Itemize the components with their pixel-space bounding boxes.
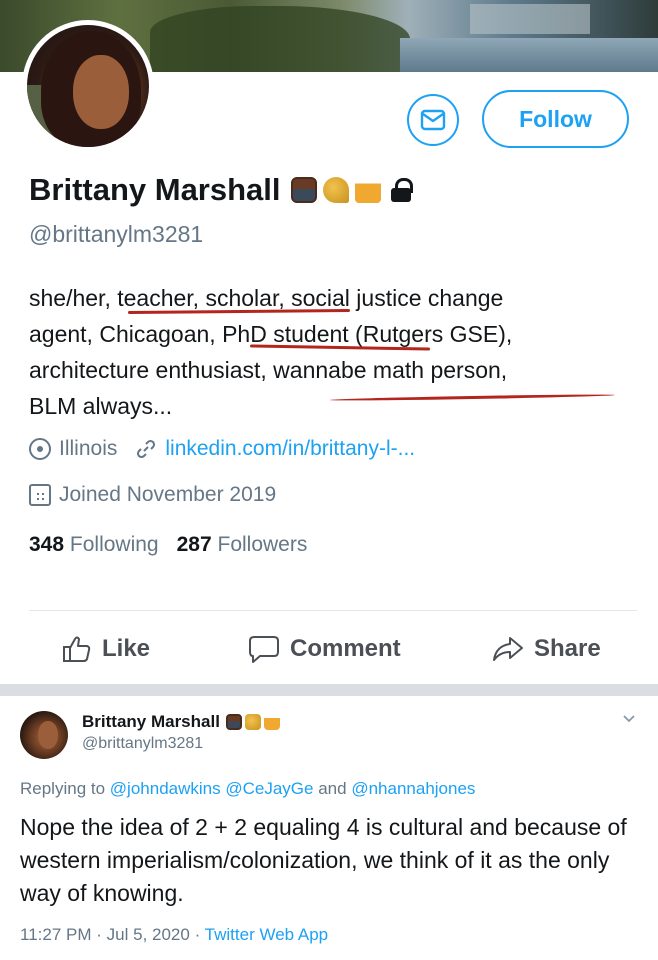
profile-joined-row: Joined November 2019 [29, 483, 276, 507]
reply-mention[interactable]: @CeJayGe [225, 779, 313, 798]
calendar-icon [29, 484, 51, 506]
chevron-down-icon[interactable] [622, 712, 636, 726]
share-label: Share [534, 635, 601, 662]
share-arrow-icon [493, 637, 523, 661]
tweet-meta: 11:27 PM · Jul 5, 2020 · Twitter Web App [20, 925, 328, 945]
profile-meta-row: Illinois linkedin.com/in/brittany-l-... [29, 437, 415, 461]
taco-emoji-icon [322, 177, 349, 203]
tweet-body: Nope the idea of 2 + 2 equaling 4 is cul… [20, 814, 627, 906]
teacher-emoji-icon [290, 177, 317, 203]
avatar-face [73, 55, 129, 129]
bio-line: BLM always... [29, 393, 173, 419]
tweet-time[interactable]: 11:27 PM [20, 925, 92, 944]
reply-mention[interactable]: @johndawkins [110, 779, 221, 798]
envelope-icon [420, 109, 446, 131]
name-emojis [290, 177, 413, 203]
joined-text: Joined November 2019 [59, 483, 277, 506]
avatar-face [38, 721, 58, 749]
tweet-author-handle[interactable]: @brittanylm3281 [82, 735, 203, 753]
tweet-date[interactable]: Jul 5, 2020 [107, 925, 190, 944]
beer-mugs-emoji-icon [354, 177, 381, 203]
banner-bridge [470, 4, 590, 34]
profile-display-name: Brittany Marshall [29, 172, 413, 208]
following-label: Following [69, 533, 159, 556]
follow-counts: 348 Following 287 Followers [29, 533, 307, 557]
followers-count: 287 [176, 533, 212, 556]
follow-button[interactable]: Follow [482, 90, 629, 148]
comment-button[interactable]: Comment [248, 634, 401, 664]
banner-trees [150, 6, 410, 72]
lock-icon [390, 178, 413, 202]
speech-bubble-icon [249, 636, 279, 663]
teacher-emoji-icon [225, 714, 242, 730]
website-link[interactable]: linkedin.com/in/brittany-l-... [165, 437, 415, 461]
profile-avatar[interactable] [22, 20, 154, 152]
beer-mugs-emoji-icon [263, 714, 280, 730]
followers-label: Followers [217, 533, 308, 556]
meta-separator: · [96, 925, 102, 944]
tweet-name-emojis [225, 714, 280, 730]
like-label: Like [102, 635, 151, 662]
like-button[interactable]: Like [62, 635, 150, 663]
meta-separator: · [194, 925, 201, 944]
link-icon [137, 439, 156, 459]
message-button[interactable] [407, 94, 459, 146]
tweet-author-name[interactable]: Brittany Marshall [82, 712, 280, 732]
profile-bio: she/her, teacher, scholar, social justic… [29, 280, 629, 424]
location-text: Illinois [59, 437, 118, 460]
location-pin-icon [29, 438, 51, 460]
tweet-source[interactable]: Twitter Web App [205, 925, 328, 944]
divider [29, 610, 637, 611]
tweet-author-avatar[interactable] [20, 711, 68, 759]
replying-prefix: Replying to [20, 779, 106, 798]
section-separator [0, 684, 658, 696]
bio-line: architecture enthusiast, wannabe math pe… [29, 357, 508, 383]
display-name-text: Brittany Marshall [29, 172, 281, 207]
tweet-author-name-text: Brittany Marshall [82, 712, 220, 731]
comment-label: Comment [290, 635, 401, 662]
replying-to-line: Replying to @johndawkins @CeJayGe and @n… [20, 779, 475, 799]
facebook-action-bar: Like Comment Share [0, 620, 658, 678]
following-count: 348 [29, 533, 65, 556]
banner-water [400, 38, 658, 72]
taco-emoji-icon [244, 714, 261, 730]
following-link[interactable]: 348 Following [29, 533, 159, 557]
reply-mention[interactable]: @nhannahjones [351, 779, 475, 798]
reply-and: and [318, 779, 347, 798]
share-button[interactable]: Share [492, 635, 601, 663]
followers-link[interactable]: 287 Followers [177, 533, 308, 557]
profile-handle: @brittanylm3281 [29, 221, 204, 247]
thumbs-up-icon [63, 636, 91, 662]
